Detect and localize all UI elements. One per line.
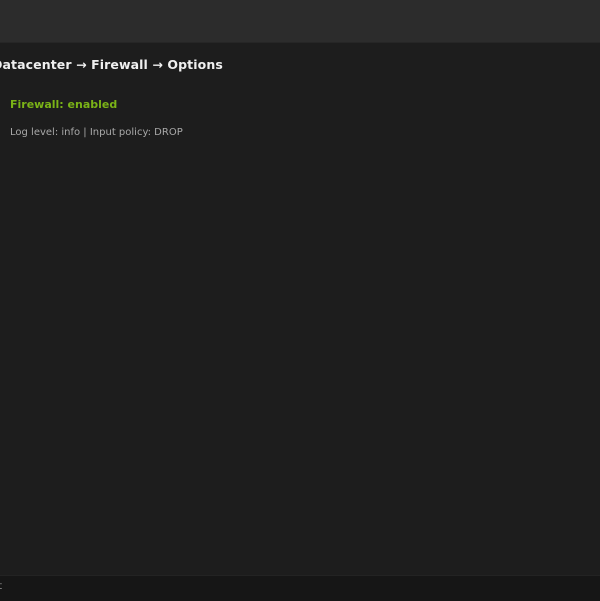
breadcrumb-text: Datacenter → Firewall → Options: [0, 57, 223, 72]
main-content: Datacenter → Firewall → Options Firewall…: [0, 43, 600, 575]
breadcrumb: Datacenter → Firewall → Options: [0, 57, 223, 72]
top-toolbar: [0, 0, 600, 43]
firewall-details: Log level: info | Input policy: DROP: [10, 127, 183, 138]
footer-bar: rt: [0, 575, 600, 601]
firewall-status: Firewall: enabled: [10, 98, 118, 111]
footer-text: rt: [0, 581, 3, 592]
